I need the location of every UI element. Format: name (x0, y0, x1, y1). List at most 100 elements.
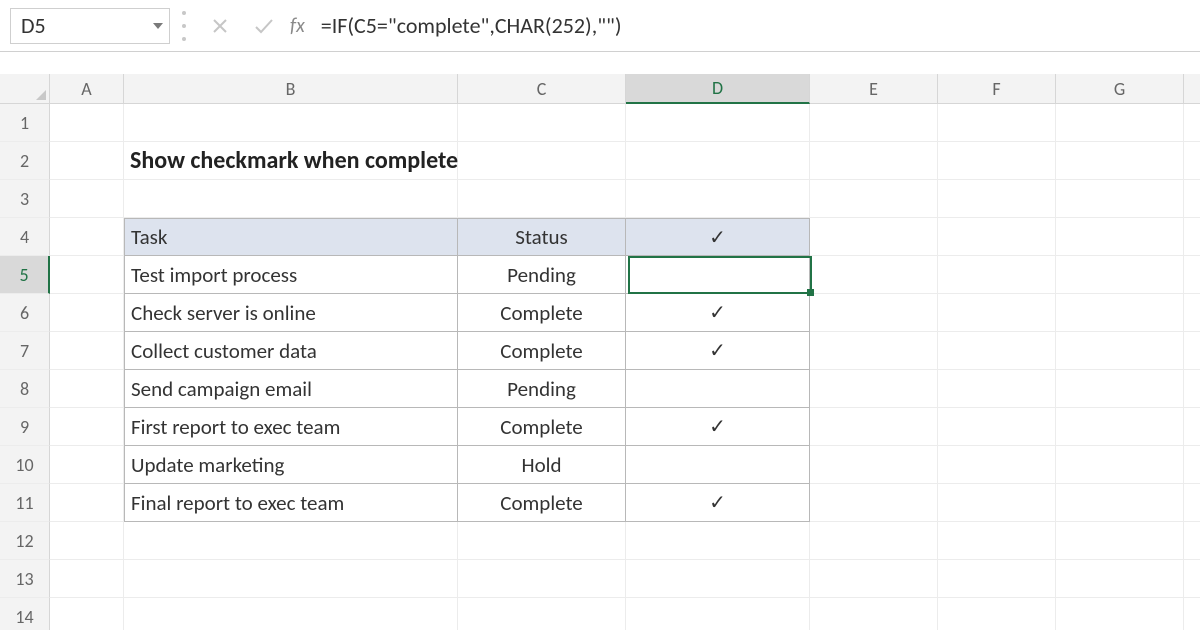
row-header-10[interactable]: 10 (0, 446, 50, 484)
formula-input[interactable] (319, 8, 1190, 44)
cell[interactable] (938, 370, 1056, 408)
cell[interactable] (50, 104, 124, 142)
cell[interactable] (1184, 408, 1200, 446)
col-header-f[interactable]: F (938, 74, 1056, 104)
cell-status[interactable]: Pending (458, 370, 626, 408)
cell[interactable] (124, 522, 458, 560)
row-header-11[interactable]: 11 (0, 484, 50, 522)
col-header-b[interactable]: B (124, 74, 458, 104)
cell[interactable] (1056, 142, 1184, 180)
fx-icon[interactable]: fx (290, 14, 305, 38)
cell[interactable] (1056, 598, 1184, 630)
row-header-2[interactable]: 2 (0, 142, 50, 180)
col-header-c[interactable]: C (458, 74, 626, 104)
cell[interactable] (1184, 560, 1200, 598)
row-header-9[interactable]: 9 (0, 408, 50, 446)
cell[interactable] (938, 142, 1056, 180)
cell[interactable] (810, 332, 938, 370)
cell[interactable] (458, 522, 626, 560)
cell[interactable] (810, 256, 938, 294)
select-all-cell[interactable] (0, 74, 50, 104)
header-status[interactable]: Status (458, 218, 626, 256)
cell[interactable] (626, 598, 810, 630)
cell[interactable] (1056, 408, 1184, 446)
cell[interactable] (938, 522, 1056, 560)
cell[interactable] (50, 180, 124, 218)
cell[interactable] (938, 560, 1056, 598)
cell[interactable] (810, 560, 938, 598)
row-header-13[interactable]: 13 (0, 560, 50, 598)
cell[interactable] (938, 256, 1056, 294)
cell[interactable] (810, 218, 938, 256)
cell-check[interactable] (626, 256, 810, 294)
cell[interactable] (50, 522, 124, 560)
cell[interactable] (50, 370, 124, 408)
cell[interactable] (938, 446, 1056, 484)
cell[interactable] (124, 598, 458, 630)
name-box[interactable]: D5 (10, 8, 170, 44)
cell[interactable] (626, 142, 810, 180)
cell[interactable] (1184, 256, 1200, 294)
cell-status[interactable]: Pending (458, 256, 626, 294)
cell[interactable] (938, 332, 1056, 370)
cell[interactable] (50, 560, 124, 598)
cell-check[interactable]: ✓ (626, 484, 810, 522)
cell[interactable] (810, 598, 938, 630)
cell[interactable] (124, 560, 458, 598)
cell[interactable] (810, 370, 938, 408)
cell-check[interactable]: ✓ (626, 294, 810, 332)
row-header-1[interactable]: 1 (0, 104, 50, 142)
cell[interactable] (1184, 218, 1200, 256)
row-header-4[interactable]: 4 (0, 218, 50, 256)
cell[interactable] (124, 180, 458, 218)
cell[interactable] (626, 560, 810, 598)
cell[interactable] (1184, 294, 1200, 332)
row-header-3[interactable]: 3 (0, 180, 50, 218)
cell-task[interactable]: Final report to exec team (124, 484, 458, 522)
cell[interactable] (626, 104, 810, 142)
cell-task[interactable]: Update marketing (124, 446, 458, 484)
cell[interactable] (1184, 104, 1200, 142)
row-header-5[interactable]: 5 (0, 256, 50, 294)
cell[interactable] (1056, 332, 1184, 370)
col-header-e[interactable]: E (810, 74, 938, 104)
cell[interactable] (1056, 294, 1184, 332)
cell-task[interactable]: Test import process (124, 256, 458, 294)
cell[interactable] (810, 142, 938, 180)
cell[interactable] (50, 294, 124, 332)
cell-task[interactable]: Check server is online (124, 294, 458, 332)
cell[interactable] (938, 408, 1056, 446)
cell[interactable] (124, 104, 458, 142)
enter-formula-icon[interactable] (248, 10, 280, 42)
cell[interactable] (50, 408, 124, 446)
cell[interactable] (50, 598, 124, 630)
cell[interactable] (50, 218, 124, 256)
cell-status[interactable]: Complete (458, 484, 626, 522)
cell[interactable] (458, 598, 626, 630)
cell[interactable] (1056, 560, 1184, 598)
cell[interactable] (458, 142, 626, 180)
cell[interactable] (1056, 104, 1184, 142)
cell[interactable] (938, 484, 1056, 522)
cell-check[interactable]: ✓ (626, 408, 810, 446)
cell-check[interactable]: ✓ (626, 332, 810, 370)
cell[interactable] (1056, 484, 1184, 522)
cell-task[interactable]: First report to exec team (124, 408, 458, 446)
cell[interactable] (1056, 218, 1184, 256)
cell[interactable] (1184, 332, 1200, 370)
cell[interactable] (1056, 522, 1184, 560)
row-header-7[interactable]: 7 (0, 332, 50, 370)
row-header-6[interactable]: 6 (0, 294, 50, 332)
cancel-formula-icon[interactable] (204, 10, 236, 42)
cell[interactable] (810, 446, 938, 484)
cell-task[interactable]: Send campaign email (124, 370, 458, 408)
cell-status[interactable]: Complete (458, 332, 626, 370)
col-header-d[interactable]: D (626, 74, 810, 104)
row-header-14[interactable]: 14 (0, 598, 50, 630)
cell[interactable] (458, 180, 626, 218)
cell[interactable] (50, 332, 124, 370)
row-header-8[interactable]: 8 (0, 370, 50, 408)
chevron-down-icon[interactable] (153, 23, 163, 29)
header-task[interactable]: Task (124, 218, 458, 256)
cell[interactable] (50, 256, 124, 294)
